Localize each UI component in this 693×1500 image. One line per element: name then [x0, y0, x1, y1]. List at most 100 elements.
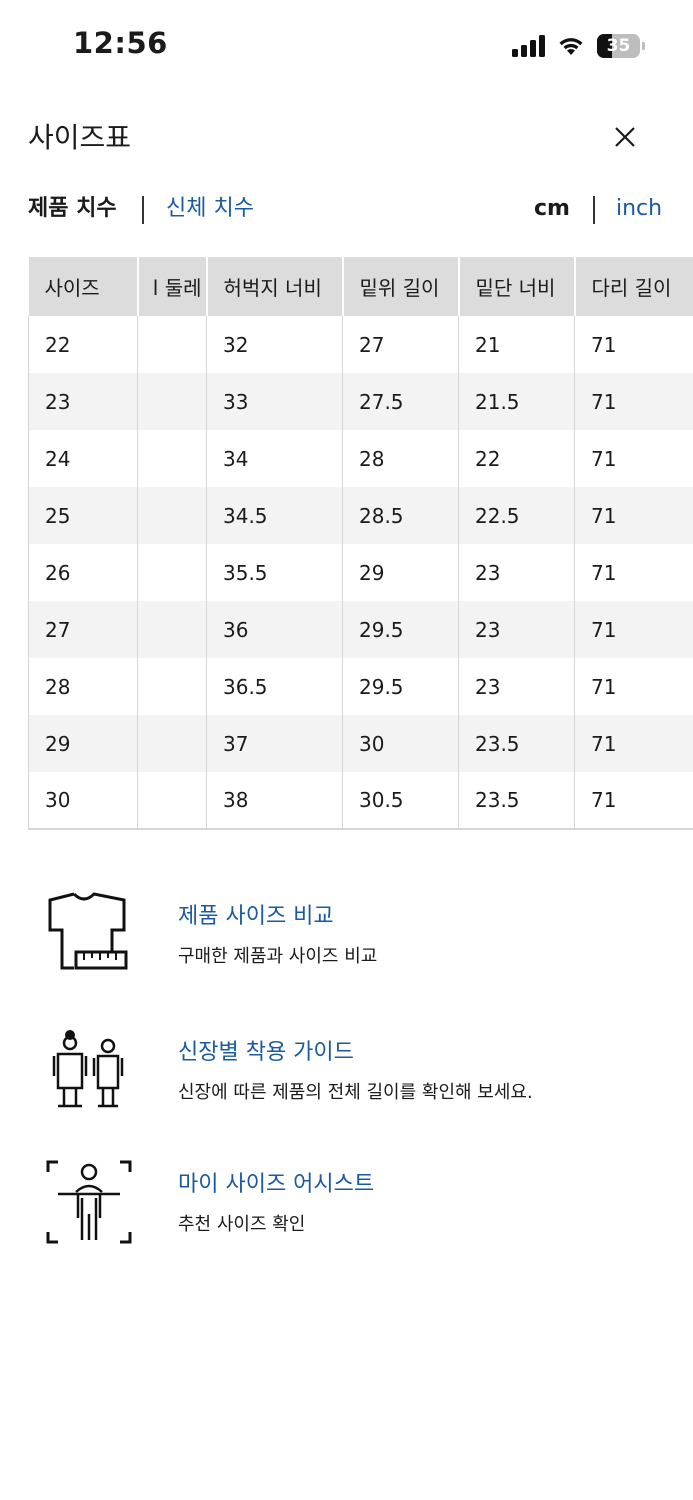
table-cell [137, 544, 207, 601]
battery-level: 35 [606, 36, 631, 56]
table-cell: 71 [574, 658, 693, 715]
column-header-thigh-width: 허벅지 너비 [206, 257, 344, 316]
table-cell: 71 [574, 544, 693, 601]
size-type-tabs: 제품 치수 신체 치수 cm inch [28, 190, 668, 230]
close-icon [615, 127, 635, 147]
table-cell: 24 [28, 430, 138, 487]
status-icons: 35 [512, 32, 645, 60]
table-cell: 35.5 [206, 544, 343, 601]
table-cell: 34.5 [206, 487, 343, 544]
table-row: 30 38 30.5 23.5 71 [28, 772, 693, 830]
table-row: 24 34 28 22 71 [28, 430, 693, 487]
table-row: 27 36 29.5 23 71 [28, 601, 693, 658]
product-size-compare-desc: 구매한 제품과 사이즈 비교 [178, 946, 378, 967]
table-cell: 71 [574, 430, 693, 487]
tab-divider [142, 196, 144, 224]
unit-cm-toggle[interactable]: cm [534, 196, 570, 221]
table-cell [137, 487, 207, 544]
table-cell: 22 [458, 430, 575, 487]
my-size-assist-item[interactable]: 마이 사이즈 어시스트 추천 사이즈 확인 [0, 1158, 693, 1268]
table-cell: 71 [574, 772, 693, 830]
table-cell [137, 658, 207, 715]
column-header-waist: l 둘레 [137, 257, 208, 316]
table-row: 25 34.5 28.5 22.5 71 [28, 487, 693, 544]
product-size-compare-link[interactable]: 제품 사이즈 비교 [178, 898, 334, 930]
table-cell: 23 [28, 373, 138, 430]
table-cell: 29.5 [342, 658, 459, 715]
tab-product-size[interactable]: 제품 치수 [28, 190, 117, 222]
table-cell: 27 [342, 316, 459, 373]
table-row: 22 32 27 21 71 [28, 316, 693, 373]
battery-icon: 35 [597, 34, 645, 58]
table-cell: 71 [574, 715, 693, 772]
table-cell: 71 [574, 316, 693, 373]
table-cell: 37 [206, 715, 343, 772]
column-header-hem-width: 밑단 너비 [458, 257, 576, 316]
table-cell [137, 373, 207, 430]
table-cell: 28.5 [342, 487, 459, 544]
table-cell: 22 [28, 316, 138, 373]
product-size-compare-item[interactable]: 제품 사이즈 비교 구매한 제품과 사이즈 비교 [0, 890, 693, 1000]
column-header-rise-length: 밑위 길이 [342, 257, 460, 316]
table-cell: 71 [574, 487, 693, 544]
tab-body-size[interactable]: 신체 치수 [166, 190, 254, 222]
height-guide-desc: 신장에 따른 제품의 전체 길이를 확인해 보세요. [178, 1082, 533, 1103]
my-size-assist-desc: 추천 사이즈 확인 [178, 1214, 306, 1235]
column-header-inseam-length: 다리 길이 [574, 257, 693, 316]
table-header-row: 사이즈 l 둘레 허벅지 너비 밑위 길이 밑단 너비 다리 길이 [28, 257, 693, 316]
table-cell [137, 772, 207, 830]
table-cell: 32 [206, 316, 343, 373]
table-row: 28 36.5 29.5 23 71 [28, 658, 693, 715]
table-cell [137, 601, 207, 658]
status-time: 12:56 [73, 26, 168, 60]
table-row: 23 33 27.5 21.5 71 [28, 373, 693, 430]
table-cell: 27.5 [342, 373, 459, 430]
table-cell: 30 [342, 715, 459, 772]
table-cell [137, 430, 207, 487]
table-cell: 27 [28, 601, 138, 658]
table-cell: 28 [342, 430, 459, 487]
height-guide-link[interactable]: 신장별 착용 가이드 [178, 1034, 354, 1066]
height-guide-icon [52, 1030, 124, 1108]
page-title: 사이즈표 [28, 121, 132, 154]
table-cell: 29 [342, 544, 459, 601]
table-cell: 28 [28, 658, 138, 715]
table-cell: 26 [28, 544, 138, 601]
column-header-size: 사이즈 [28, 257, 139, 316]
table-cell: 23.5 [458, 772, 575, 830]
unit-inch-toggle[interactable]: inch [616, 196, 662, 221]
status-bar: 12:56 35 [0, 0, 693, 92]
table-cell: 23 [458, 658, 575, 715]
table-cell: 30 [28, 772, 138, 830]
table-cell [137, 715, 207, 772]
table-cell: 33 [206, 373, 343, 430]
table-cell: 71 [574, 373, 693, 430]
tshirt-measure-icon [48, 892, 128, 970]
table-cell: 29 [28, 715, 138, 772]
wifi-icon [559, 38, 583, 55]
unit-divider [593, 196, 595, 224]
table-cell: 38 [206, 772, 343, 830]
table-cell: 29.5 [342, 601, 459, 658]
table-cell: 21 [458, 316, 575, 373]
table-cell: 36 [206, 601, 343, 658]
height-guide-item[interactable]: 신장별 착용 가이드 신장에 따른 제품의 전체 길이를 확인해 보세요. [0, 1026, 693, 1136]
table-cell: 34 [206, 430, 343, 487]
my-size-assist-link[interactable]: 마이 사이즈 어시스트 [178, 1166, 374, 1198]
body-scan-icon [46, 1160, 132, 1244]
table-cell: 71 [574, 601, 693, 658]
table-row: 26 35.5 29 23 71 [28, 544, 693, 601]
table-cell: 23.5 [458, 715, 575, 772]
table-cell: 25 [28, 487, 138, 544]
table-cell: 23 [458, 601, 575, 658]
size-table: 사이즈 l 둘레 허벅지 너비 밑위 길이 밑단 너비 다리 길이 22 32 27… [28, 257, 693, 830]
table-cell: 36.5 [206, 658, 343, 715]
table-cell: 22.5 [458, 487, 575, 544]
table-row: 29 37 30 23.5 71 [28, 715, 693, 772]
table-cell: 21.5 [458, 373, 575, 430]
close-button[interactable] [608, 120, 642, 154]
table-cell: 30.5 [342, 772, 459, 830]
table-cell: 23 [458, 544, 575, 601]
cellular-signal-icon [512, 35, 545, 57]
table-cell [137, 316, 207, 373]
